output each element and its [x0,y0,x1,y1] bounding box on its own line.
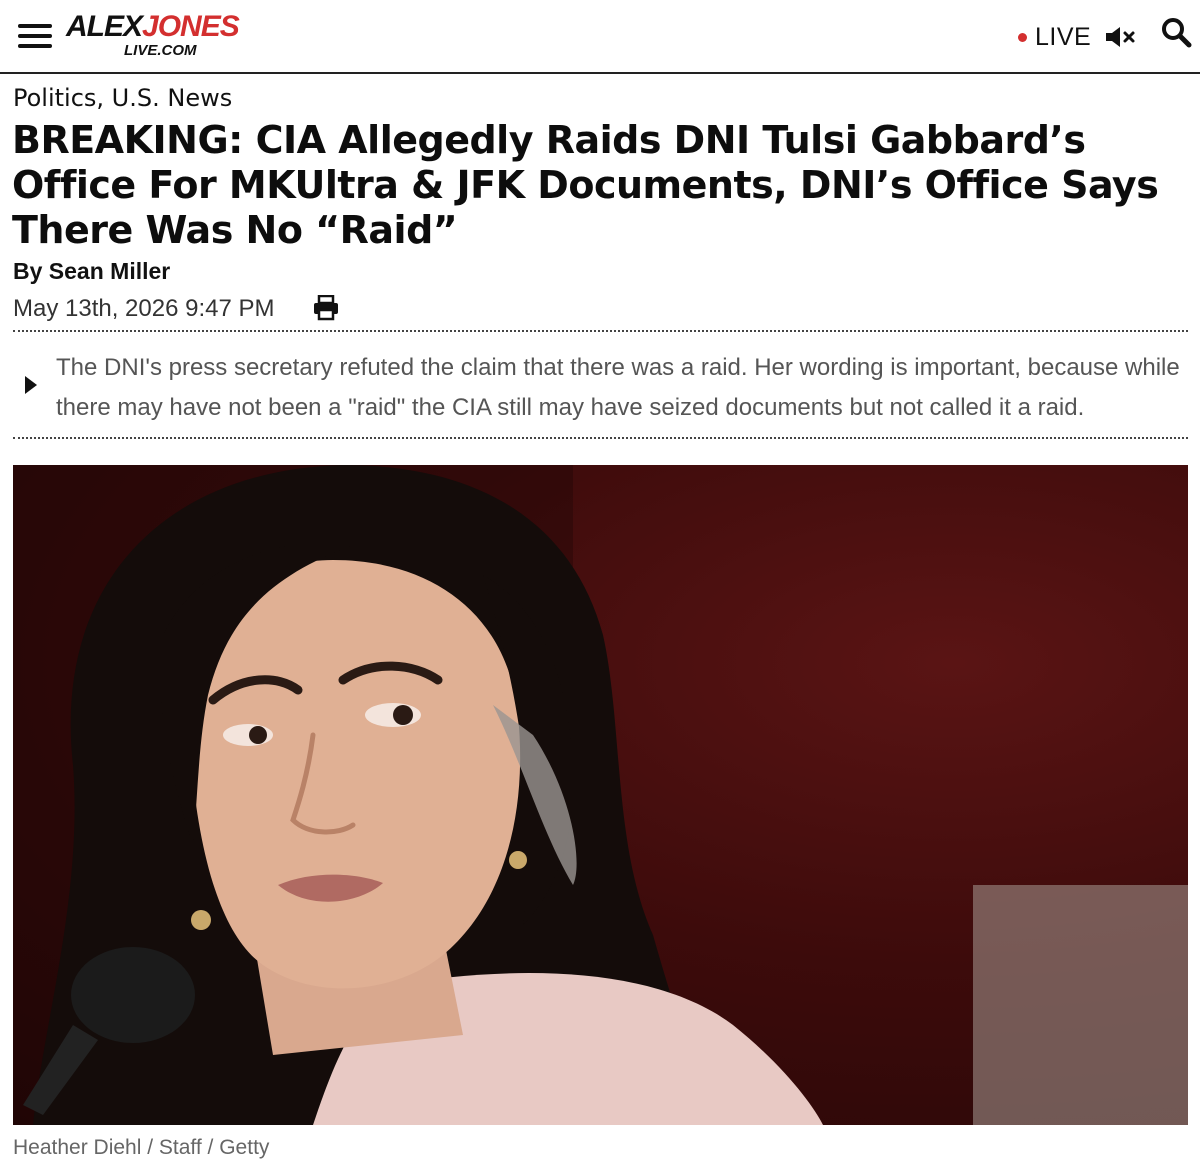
summary-text: The DNI's press secretary refuted the cl… [56,354,1180,421]
print-icon[interactable] [312,294,340,321]
live-label: LIVE [1035,22,1092,51]
article-category[interactable]: Politics, U.S. News [13,84,232,112]
site-logo[interactable]: ALEXJONES LIVE.COM [66,12,266,62]
site-header: ALEXJONES LIVE.COM LIVE [0,0,1200,74]
mute-icon[interactable] [1104,25,1138,49]
divider-bottom [13,437,1188,439]
article-photo [13,465,1188,1125]
search-icon[interactable] [1160,16,1192,48]
divider-top [13,330,1188,332]
live-button[interactable]: LIVE [1018,22,1091,52]
menu-icon[interactable] [18,24,52,48]
photo-caption: Heather Diehl / Staff / Getty [13,1136,270,1159]
article-date: May 13th, 2026 9:47 PM [13,295,275,322]
logo-wordmark: ALEXJONES [66,12,266,42]
logo-jones: JONES [142,10,240,43]
article-byline[interactable]: By Sean Miller [13,258,170,285]
article-headline: BREAKING: CIA Allegedly Raids DNI Tulsi … [12,118,1159,252]
article-summary: The DNI's press secretary refuted the cl… [13,346,1188,426]
logo-subtext: LIVE.COM [124,42,197,59]
logo-alex: ALEX [66,10,143,43]
caret-right-icon[interactable] [25,376,37,394]
live-dot-icon [1018,32,1027,42]
